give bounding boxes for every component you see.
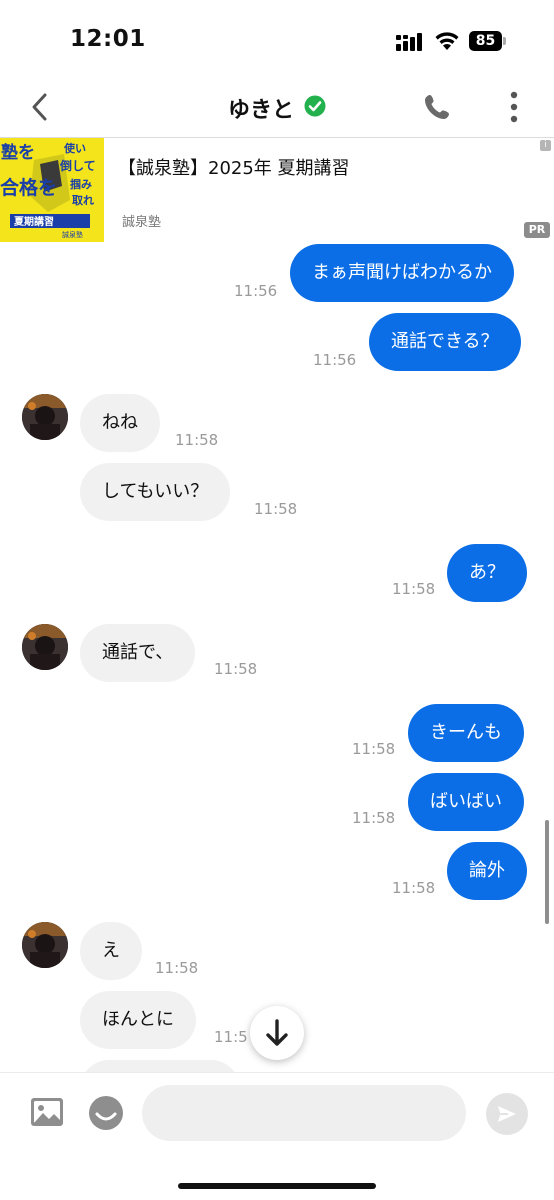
message-composer (0, 1072, 554, 1200)
emoji-sticker-icon[interactable] (88, 1095, 124, 1131)
status-bar: 12:01 85 (0, 0, 554, 80)
battery-indicator: 85 (469, 31, 507, 51)
outgoing-message[interactable]: 論外 (447, 842, 527, 900)
battery-level: 85 (469, 31, 502, 51)
message-input[interactable] (142, 1085, 466, 1141)
cellular-signal-icon (396, 33, 422, 51)
message-time: 11:58 (175, 431, 219, 449)
message-time: 11:58 (155, 959, 199, 977)
ad-image[interactable]: 塾を 使い 倒して 合格を 掴み 取れ 夏期講習 誠泉塾 (0, 138, 104, 242)
avatar-photo (22, 394, 68, 440)
incoming-message[interactable]: え (80, 922, 142, 980)
message-time: 11:58 (352, 809, 396, 827)
arrow-down-icon (266, 1019, 288, 1046)
incoming-message[interactable]: ねね (80, 394, 160, 452)
ad-text-line8: 誠泉塾 (62, 230, 83, 239)
ad-artwork: 塾を 使い 倒して 合格を 掴み 取れ 夏期講習 誠泉塾 (0, 138, 104, 242)
outgoing-message[interactable]: ばいばい (408, 773, 524, 831)
message-time: 11:56 (234, 282, 278, 300)
message-time: 11:58 (214, 660, 258, 678)
ad-title[interactable]: 【誠泉塾】2025年 夏期講習 (118, 154, 350, 180)
home-indicator (178, 1183, 376, 1189)
back-chevron-icon[interactable] (28, 92, 52, 122)
send-button[interactable] (486, 1093, 528, 1135)
scrollbar[interactable] (545, 820, 549, 924)
avatar[interactable] (22, 922, 68, 968)
message-time: 11:58 (254, 500, 298, 518)
avatar-photo (22, 624, 68, 670)
image-gallery-icon[interactable] (30, 1097, 64, 1127)
ad-pr-badge: PR (524, 222, 550, 238)
more-options-icon[interactable] (506, 90, 522, 124)
ad-text-line6: 取れ (72, 194, 94, 207)
battery-tip (503, 37, 506, 45)
ad-text-line4: 合格を (0, 176, 57, 199)
ad-text-line3: 倒して (59, 158, 96, 173)
message-time: 11:58 (392, 580, 436, 598)
outgoing-message[interactable]: まぁ声聞けばわかるか (290, 244, 514, 302)
send-arrow-icon (498, 1106, 516, 1122)
message-time: 11:58 (352, 740, 396, 758)
incoming-message[interactable]: 通話で、 (80, 624, 196, 682)
avatar[interactable] (22, 394, 68, 440)
sponsored-ad-banner[interactable]: 塾を 使い 倒して 合格を 掴み 取れ 夏期講習 誠泉塾 【誠泉塾】2025年 … (0, 138, 554, 242)
wifi-icon (435, 32, 459, 50)
message-time: 11:58 (392, 879, 436, 897)
scroll-to-bottom-button[interactable] (250, 1006, 304, 1060)
ad-text-line5: 掴み (70, 177, 92, 191)
message-time: 11:56 (313, 351, 357, 369)
verified-check-icon (304, 95, 326, 117)
ad-text-line1: 塾を (1, 142, 35, 163)
incoming-message[interactable]: してもいい？ (80, 463, 231, 521)
outgoing-message[interactable]: あ？ (447, 544, 527, 602)
avatar[interactable] (22, 624, 68, 670)
phone-call-icon[interactable] (422, 92, 452, 122)
status-time: 12:01 (70, 26, 146, 52)
ad-text-line2: 使い (63, 141, 86, 155)
ad-info-icon[interactable]: i (540, 140, 551, 151)
avatar-photo (22, 922, 68, 968)
chat-partner-name[interactable]: ゆきと (228, 92, 294, 124)
outgoing-message[interactable]: 通話できる？ (369, 313, 521, 371)
ad-sponsor: 誠泉塾 (122, 215, 162, 230)
ad-text-line7: 夏期講習 (13, 215, 54, 228)
message-time: 11:5 (214, 1028, 248, 1046)
chat-header: ゆきと (0, 80, 554, 138)
outgoing-message[interactable]: きーんも (408, 704, 524, 762)
incoming-message[interactable]: ほんとに (80, 991, 196, 1049)
